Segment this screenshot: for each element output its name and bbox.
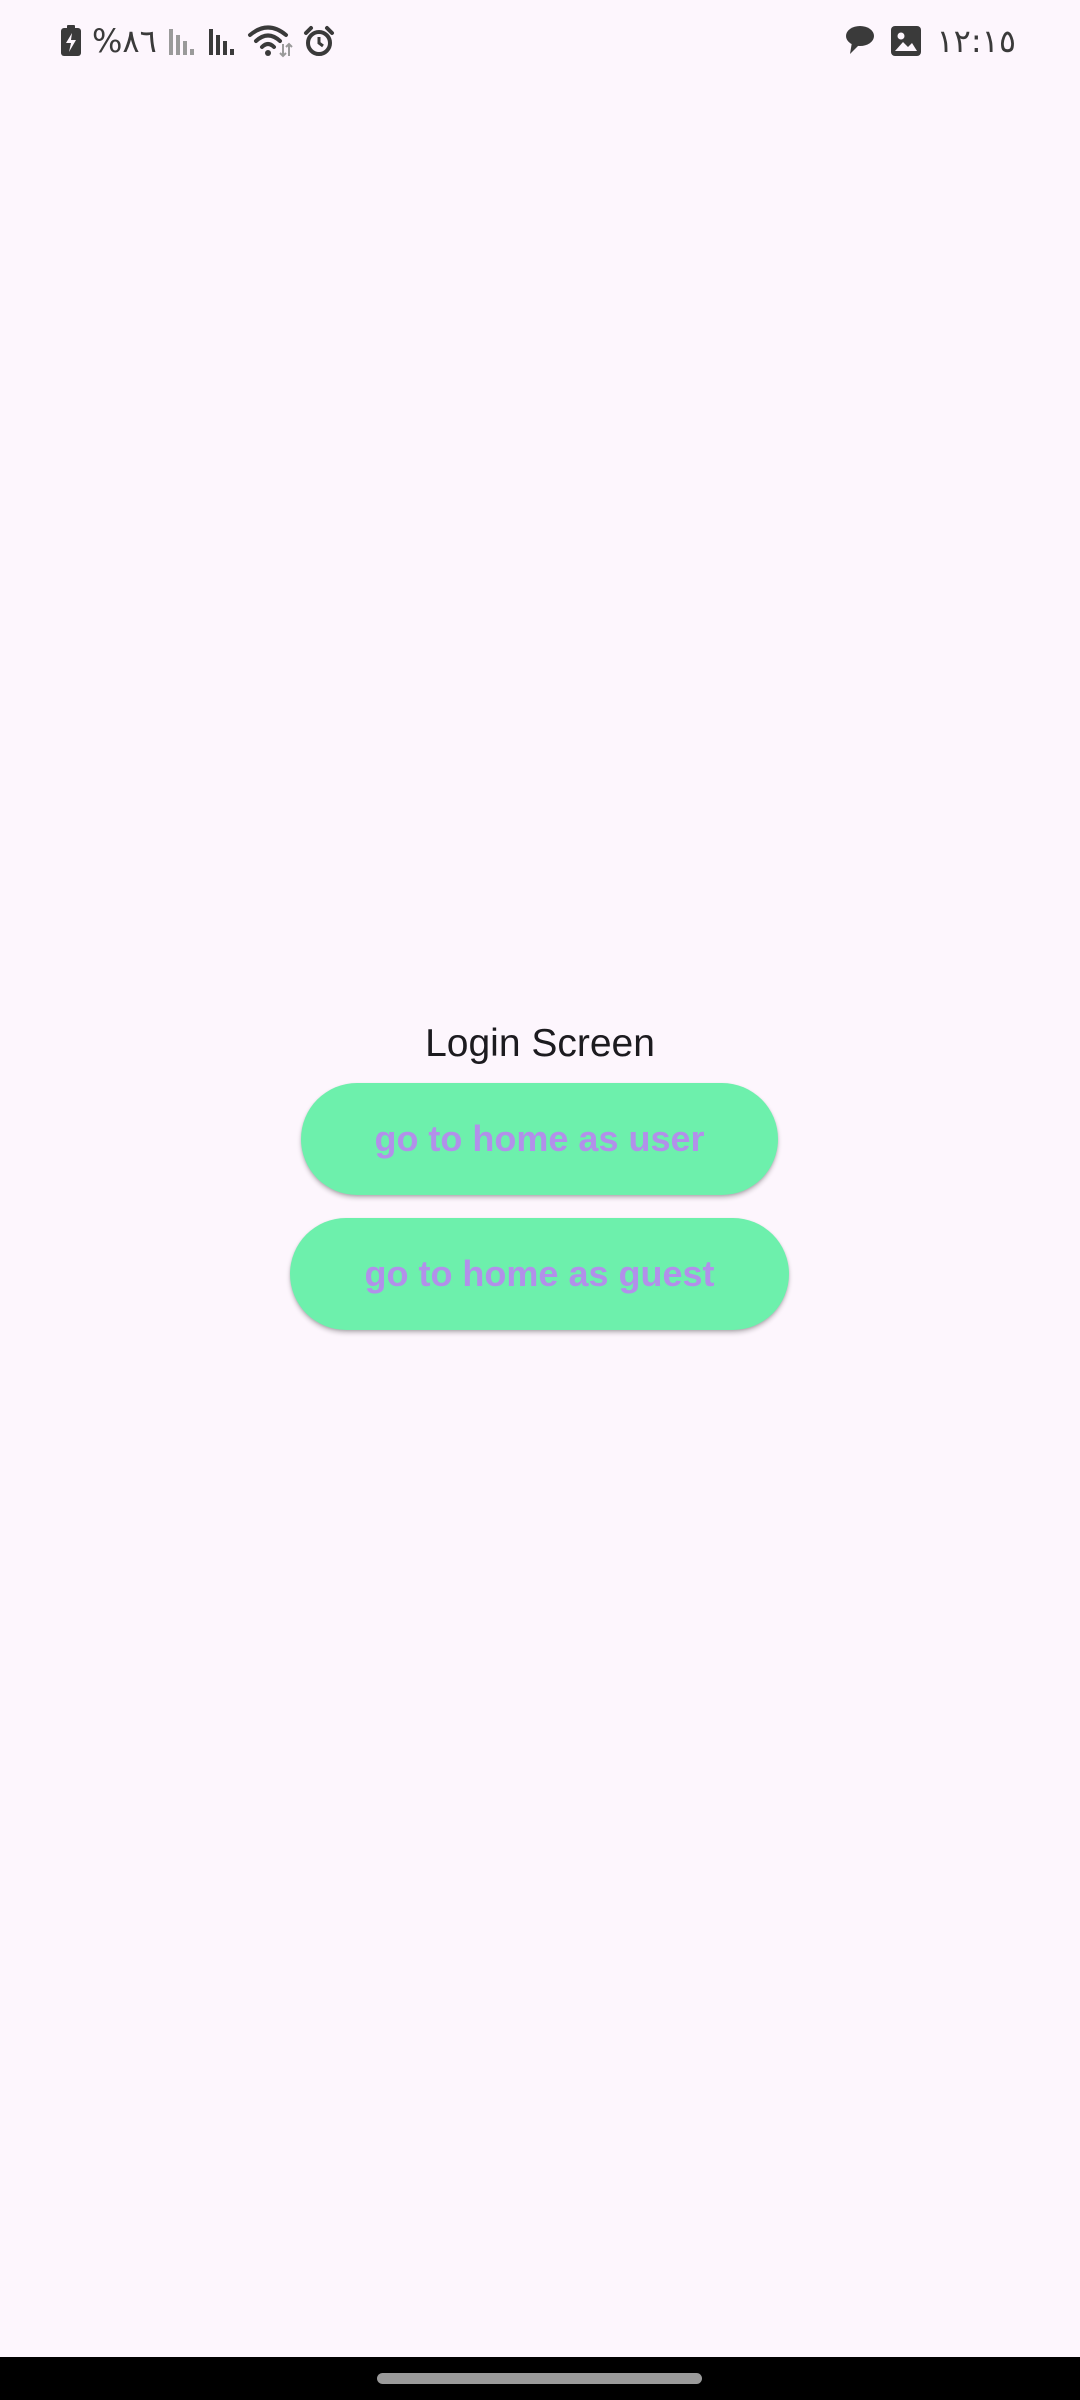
main-content: Login Screen go to home as user go to ho… <box>0 0 1080 2400</box>
login-screen: %٨٦ ١٢:١٥ Login Screen go to home as use… <box>0 0 1080 2400</box>
page-title: Login Screen <box>425 1022 655 1065</box>
home-gesture-handle[interactable] <box>377 2373 702 2384</box>
go-home-as-guest-button[interactable]: go to home as guest <box>290 1218 789 1330</box>
navigation-bar <box>0 2357 1080 2400</box>
go-home-as-user-button[interactable]: go to home as user <box>301 1083 778 1195</box>
